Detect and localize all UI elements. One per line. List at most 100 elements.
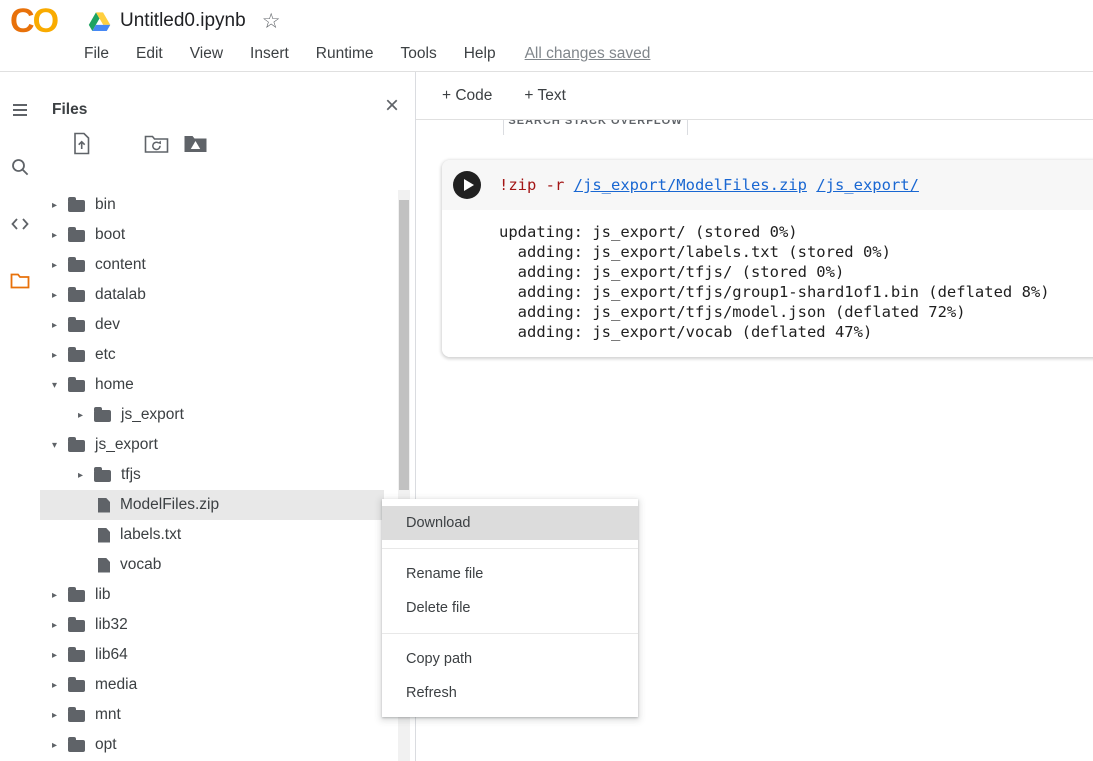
tree-item-label: js_export (95, 436, 158, 454)
tree-item-labels-txt[interactable]: labels.txt (40, 520, 384, 550)
table-of-contents-icon[interactable] (9, 99, 31, 121)
tree-item-label: ModelFiles.zip (120, 496, 219, 514)
menu-insert[interactable]: Insert (250, 45, 289, 63)
colab-logo-o: O (33, 2, 57, 40)
chevron-down-icon[interactable]: ▾ (52, 380, 66, 391)
menu-view[interactable]: View (190, 45, 223, 63)
app-header: CO Untitled0.ipynb ☆ File Edit View Inse… (0, 0, 1093, 71)
code-path-link[interactable]: /js_export/ModelFiles.zip (574, 176, 807, 194)
chevron-right-icon[interactable]: ▸ (52, 590, 66, 601)
chevron-right-icon[interactable]: ▸ (52, 290, 66, 301)
folder-icon (68, 650, 85, 662)
run-cell-button[interactable] (453, 171, 481, 199)
menu-separator (382, 548, 638, 549)
notebook-toolbar: + Code + Text (416, 72, 1093, 120)
star-icon[interactable]: ☆ (262, 11, 281, 32)
chevron-right-icon[interactable]: ▸ (52, 260, 66, 271)
notebook-title[interactable]: Untitled0.ipynb (120, 10, 246, 32)
menubar: File Edit View Insert Runtime Tools Help… (84, 41, 650, 67)
tree-item-label: content (95, 256, 146, 274)
search-icon[interactable] (9, 156, 31, 178)
search-stack-overflow-button[interactable]: SEARCH STACK OVERFLOW (503, 120, 688, 135)
output-line: adding: js_export/tfjs/group1-shard1of1.… (499, 282, 1093, 302)
chevron-right-icon[interactable]: ▸ (52, 620, 66, 631)
menu-item-download[interactable]: Download (382, 506, 638, 540)
tree-item-mnt[interactable]: ▸ mnt (40, 700, 384, 730)
tree-item-media[interactable]: ▸ media (40, 670, 384, 700)
add-code-button[interactable]: + Code (442, 87, 492, 105)
code-command: !zip -r (499, 176, 574, 194)
tree-item-js-export-nested[interactable]: ▸ js_export (40, 400, 384, 430)
tree-item-dev[interactable]: ▸ dev (40, 310, 384, 340)
menu-edit[interactable]: Edit (136, 45, 163, 63)
files-panel-title: Files (52, 101, 87, 119)
google-drive-icon (88, 11, 111, 32)
chevron-right-icon[interactable]: ▸ (78, 410, 92, 421)
chevron-right-icon[interactable]: ▸ (52, 200, 66, 211)
scrollbar-thumb[interactable] (399, 200, 409, 490)
menu-file[interactable]: File (84, 45, 109, 63)
output-line: adding: js_export/labels.txt (stored 0%) (499, 242, 1093, 262)
tree-item-tfjs[interactable]: ▸ tfjs (40, 460, 384, 490)
tree-item-opt[interactable]: ▸ opt (40, 730, 384, 760)
output-line: adding: js_export/tfjs/model.json (defla… (499, 302, 1093, 322)
tree-item-etc[interactable]: ▸ etc (40, 340, 384, 370)
menu-item-rename-file[interactable]: Rename file (382, 557, 638, 591)
refresh-folder-icon[interactable] (143, 130, 170, 157)
tree-item-vocab[interactable]: vocab (40, 550, 384, 580)
tree-item-label: js_export (121, 406, 184, 424)
chevron-down-icon[interactable]: ▾ (52, 440, 66, 451)
tree-item-label: lib32 (95, 616, 128, 634)
tree-item-js-export[interactable]: ▾ js_export (40, 430, 384, 460)
mount-drive-icon[interactable] (182, 130, 209, 157)
chevron-right-icon[interactable]: ▸ (78, 470, 92, 481)
output-line: adding: js_export/tfjs/ (stored 0%) (499, 262, 1093, 282)
add-text-button[interactable]: + Text (524, 87, 566, 105)
search-stack-overflow-clip: SEARCH STACK OVERFLOW (503, 120, 690, 135)
code-snippets-icon[interactable] (9, 213, 31, 235)
chevron-right-icon[interactable]: ▸ (52, 350, 66, 361)
code-path-link[interactable]: /js_export/ (816, 176, 919, 194)
tree-item-modelfiles-zip[interactable]: ModelFiles.zip (40, 490, 384, 520)
folder-icon (68, 440, 85, 452)
files-icon[interactable] (9, 270, 31, 292)
tree-item-label: media (95, 676, 137, 694)
play-icon (464, 179, 474, 191)
chevron-right-icon[interactable]: ▸ (52, 650, 66, 661)
close-icon[interactable]: × (385, 94, 399, 118)
menu-separator (382, 633, 638, 634)
menu-item-refresh[interactable]: Refresh (382, 676, 638, 710)
tree-item-bin[interactable]: ▸ bin (40, 190, 384, 220)
cell-code-line[interactable]: !zip -r /js_export/ModelFiles.zip /js_ex… (499, 176, 919, 194)
tree-item-content[interactable]: ▸ content (40, 250, 384, 280)
menu-item-copy-path[interactable]: Copy path (382, 642, 638, 676)
tree-item-lib[interactable]: ▸ lib (40, 580, 384, 610)
tree-item-boot[interactable]: ▸ boot (40, 220, 384, 250)
chevron-right-icon[interactable]: ▸ (52, 740, 66, 751)
cell-output: updating: js_export/ (stored 0%) adding:… (442, 210, 1093, 357)
menu-help[interactable]: Help (464, 45, 496, 63)
menu-item-delete-file[interactable]: Delete file (382, 591, 638, 625)
colab-logo-c: C (10, 2, 33, 40)
tree-item-label: dev (95, 316, 120, 334)
tree-item-lib64[interactable]: ▸ lib64 (40, 640, 384, 670)
chevron-right-icon[interactable]: ▸ (52, 230, 66, 241)
code-cell: !zip -r /js_export/ModelFiles.zip /js_ex… (442, 160, 1093, 357)
tree-item-lib32[interactable]: ▸ lib32 (40, 610, 384, 640)
tree-item-datalab[interactable]: ▸ datalab (40, 280, 384, 310)
save-status[interactable]: All changes saved (525, 45, 651, 63)
code-plain (807, 176, 816, 194)
menu-runtime[interactable]: Runtime (316, 45, 374, 63)
chevron-right-icon[interactable]: ▸ (52, 680, 66, 691)
folder-icon (68, 350, 85, 362)
output-line: adding: js_export/vocab (deflated 47%) (499, 322, 1093, 342)
tree-item-home[interactable]: ▾ home (40, 370, 384, 400)
menu-tools[interactable]: Tools (401, 45, 437, 63)
chevron-right-icon[interactable]: ▸ (52, 320, 66, 331)
upload-file-icon[interactable] (68, 130, 95, 157)
cell-code-area: !zip -r /js_export/ModelFiles.zip /js_ex… (442, 160, 1093, 210)
tree-item-label: lib64 (95, 646, 128, 664)
chevron-right-icon[interactable]: ▸ (52, 710, 66, 721)
tree-item-label: datalab (95, 286, 146, 304)
colab-logo[interactable]: CO (10, 2, 57, 41)
